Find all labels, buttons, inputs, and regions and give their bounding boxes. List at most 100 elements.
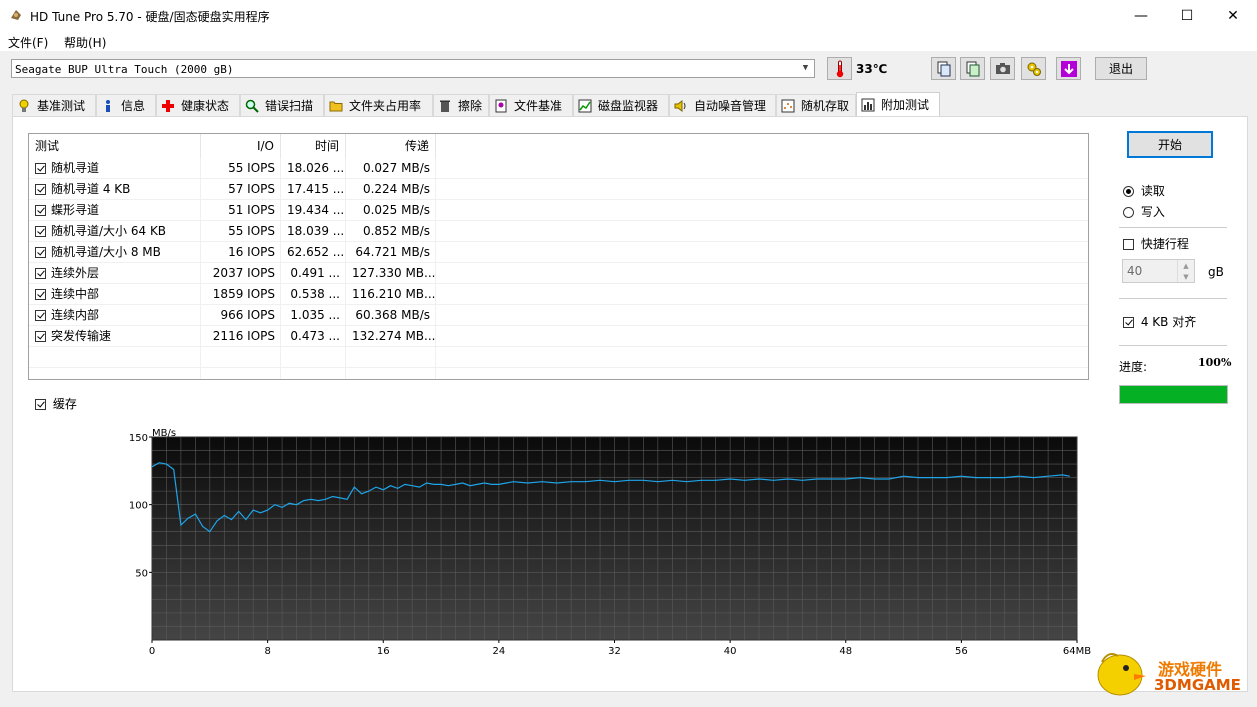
row-checkbox[interactable]: [35, 268, 46, 279]
empty-row: [29, 368, 1088, 379]
row-checkbox[interactable]: [35, 205, 46, 216]
row-checkbox[interactable]: [35, 184, 46, 195]
start-button[interactable]: 开始: [1127, 131, 1213, 158]
table-row[interactable]: 蝶形寻道 51 IOPS 19.434 ... 0.025 MB/s: [29, 200, 1088, 221]
table-row[interactable]: 随机寻道/大小 8 MB 16 IOPS 62.652 ... 64.721 MB/s: [29, 242, 1088, 263]
row-checkbox[interactable]: [35, 289, 46, 300]
folder-icon: [329, 101, 343, 111]
monitor-chart-icon: [578, 99, 592, 112]
row-checkbox[interactable]: [35, 163, 46, 174]
save-button[interactable]: [1056, 57, 1081, 80]
column-test[interactable]: 测试: [29, 134, 201, 158]
column-io[interactable]: I/O: [201, 134, 281, 158]
chart-icon: [861, 98, 875, 111]
table-row[interactable]: 连续中部 1859 IOPS 0.538 ... 116.210 MB...: [29, 284, 1088, 305]
row-checkbox[interactable]: [35, 310, 46, 321]
quick-stroke-box[interactable]: [1123, 239, 1134, 250]
row-transfer: 0.852 MB/s: [362, 224, 430, 238]
cache-checkbox-box[interactable]: [35, 399, 46, 410]
y-axis-label: MB/s: [152, 428, 176, 439]
scatter-icon: [781, 99, 795, 112]
row-test-name: 随机寻道/大小 64 KB: [29, 221, 201, 242]
row-test-label: 随机寻道/大小 8 MB: [51, 245, 161, 259]
row-checkbox[interactable]: [35, 331, 46, 342]
table-row[interactable]: 连续内部 966 IOPS 1.035 ... 60.368 MB/s: [29, 305, 1088, 326]
menu-help[interactable]: 帮助(H): [64, 34, 106, 51]
tab-health[interactable]: 健康状态: [156, 94, 240, 116]
row-test-label: 突发传输速: [51, 329, 112, 343]
align-4kb-box[interactable]: [1123, 317, 1134, 328]
copy-all-button[interactable]: [960, 57, 985, 80]
row-test-name: 随机寻道: [29, 158, 201, 179]
write-radio-dot[interactable]: [1123, 207, 1134, 218]
quick-stroke-checkbox[interactable]: 快捷行程: [1123, 235, 1189, 252]
table-row[interactable]: 随机寻道 4 KB 57 IOPS 17.415 ... 0.224 MB/s: [29, 179, 1088, 200]
tab-info[interactable]: 信息: [96, 94, 156, 116]
menu-file[interactable]: 文件(F): [8, 34, 48, 51]
column-time[interactable]: 时间: [281, 134, 346, 158]
x-tick-label: 56: [955, 646, 968, 657]
table-row[interactable]: 连续外层 2037 IOPS 0.491 ... 127.330 MB...: [29, 263, 1088, 284]
row-transfer: 127.330 MB...: [352, 266, 436, 280]
copy-info-button[interactable]: [931, 57, 956, 80]
column-separator: [200, 158, 201, 379]
align-4kb-checkbox[interactable]: 4 KB 对齐: [1123, 313, 1196, 330]
quick-stroke-size-input[interactable]: 40 ▲ ▼: [1122, 259, 1195, 283]
red-cross-icon: [162, 99, 174, 112]
close-icon: ✕: [1227, 7, 1239, 24]
chevron-down-icon[interactable]: ▼: [797, 60, 814, 77]
tab-error-scan[interactable]: 错误扫描: [240, 94, 324, 116]
row-test-name: 随机寻道/大小 8 MB: [29, 242, 201, 263]
watermark: 游戏硬件 3DMGAME: [1090, 642, 1250, 702]
row-transfer: 64.721 MB/s: [355, 245, 430, 259]
tab-file-benchmark[interactable]: 文件基准: [489, 94, 573, 116]
tab-noise-management[interactable]: 自动噪音管理: [669, 94, 776, 116]
row-transfer: 60.368 MB/s: [355, 308, 430, 322]
tab-benchmark[interactable]: 基准测试: [12, 94, 96, 116]
write-radio[interactable]: 写入: [1123, 203, 1165, 220]
tab-disk-monitor[interactable]: 磁盘监视器: [573, 94, 669, 116]
minimize-button[interactable]: —: [1118, 0, 1164, 31]
row-test-label: 随机寻道/大小 64 KB: [51, 224, 167, 238]
row-test-label: 连续外层: [51, 266, 100, 280]
row-time: 18.026 ...: [287, 161, 345, 175]
cache-checkbox[interactable]: 缓存: [35, 395, 77, 412]
column-separator: [345, 158, 346, 379]
close-button[interactable]: ✕: [1210, 0, 1256, 31]
row-time: 18.039 ...: [287, 224, 345, 238]
row-checkbox[interactable]: [35, 226, 46, 237]
table-row[interactable]: 随机寻道 55 IOPS 18.026 ... 0.027 MB/s: [29, 158, 1088, 179]
read-radio-dot[interactable]: [1123, 186, 1134, 197]
exit-button[interactable]: 退出: [1095, 57, 1147, 80]
maximize-button[interactable]: ☐: [1164, 0, 1210, 31]
tab-random-access[interactable]: 随机存取: [776, 94, 856, 116]
x-tick-label: 16: [377, 646, 390, 657]
table-row[interactable]: 随机寻道/大小 64 KB 55 IOPS 18.039 ... 0.852 MB/s: [29, 221, 1088, 242]
x-tick-label: 8: [264, 646, 270, 657]
tab-folder-usage[interactable]: 文件夹占用率: [324, 94, 433, 116]
tab-erase[interactable]: 擦除: [433, 94, 489, 116]
row-test-name: 突发传输速: [29, 326, 201, 347]
read-radio[interactable]: 读取: [1123, 182, 1165, 199]
row-io: 55 IOPS: [228, 161, 275, 175]
drive-select[interactable]: Seagate BUP Ultra Touch (2000 gB) ▼: [11, 59, 815, 78]
spin-down-icon[interactable]: ▼: [1177, 271, 1194, 282]
row-io: 51 IOPS: [228, 203, 275, 217]
row-checkbox[interactable]: [35, 247, 46, 258]
align-4kb-label: 4 KB 对齐: [1140, 315, 1197, 329]
results-list[interactable]: 测试 I/O 时间 传递 随机寻道 55 IOPS 18.026 ... 0.027 …: [28, 133, 1089, 380]
start-label: 开始: [1157, 138, 1182, 152]
empty-row: [29, 347, 1088, 368]
row-transfer: 0.025 MB/s: [362, 203, 430, 217]
row-test-label: 连续中部: [51, 287, 100, 301]
magnifier-icon: [245, 99, 259, 113]
table-row[interactable]: 突发传输速 2116 IOPS 0.473 ... 132.274 MB...: [29, 326, 1088, 347]
y-tick-label: 150: [129, 433, 148, 444]
row-io: 966 IOPS: [220, 308, 275, 322]
temperature-button[interactable]: [827, 57, 852, 80]
options-button[interactable]: [1021, 57, 1046, 80]
x-tick-label: 40: [724, 646, 737, 657]
screenshot-button[interactable]: [990, 57, 1015, 80]
column-transfer[interactable]: 传递: [346, 134, 436, 158]
tab-extra-tests[interactable]: 附加测试: [856, 92, 940, 116]
